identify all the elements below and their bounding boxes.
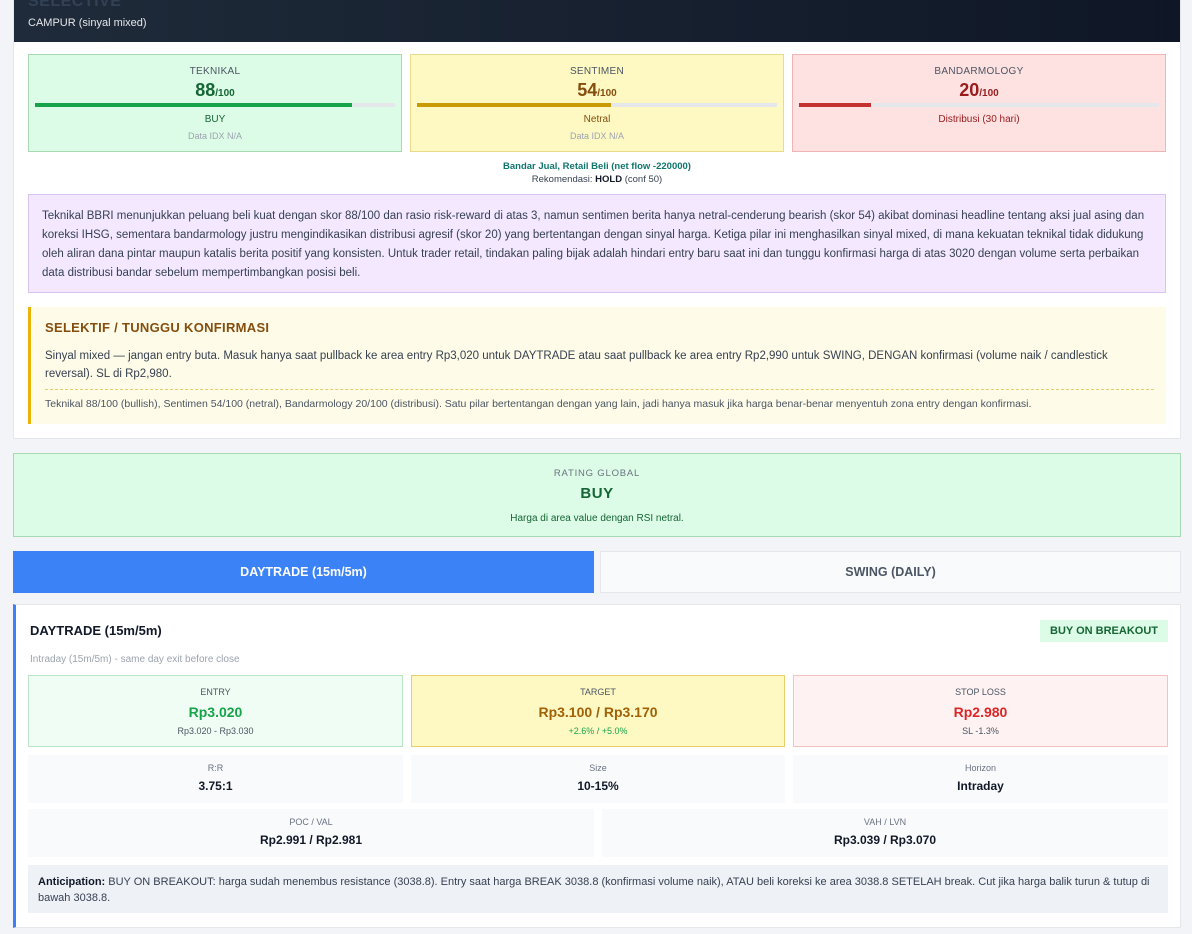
entry-value: Rp3.020 bbox=[188, 704, 243, 720]
metric-poc-val: POC / VAL Rp2.991 / Rp2.981 bbox=[28, 809, 594, 857]
stop-loss-percent: SL -1.3% bbox=[962, 726, 999, 736]
tab-daytrade[interactable]: DAYTRADE (15m/5m) bbox=[13, 551, 594, 593]
target-value: Rp3.100 / Rp3.170 bbox=[538, 704, 658, 720]
advice-divider bbox=[45, 389, 1154, 390]
anticipation-text: BUY ON BREAKOUT: harga sudah menembus re… bbox=[38, 876, 1150, 904]
metric-vah-lvn: VAH / LVN Rp3.039 / Rp3.070 bbox=[602, 809, 1168, 857]
pillar-label: SENTIMEN bbox=[569, 66, 625, 77]
net-flow-text: Bandar Jual, Retail Beli (net flow -2200… bbox=[503, 161, 691, 172]
strategy-badge: BUY ON BREAKOUT bbox=[1040, 620, 1168, 642]
advice-footer: Teknikal 88/100 (bullish), Sentimen 54/1… bbox=[45, 398, 1032, 410]
metric-label: VAH / LVN bbox=[863, 817, 907, 827]
global-rating: RATING GLOBAL BUY Harga di area value de… bbox=[13, 453, 1181, 537]
advice-body: Sinyal mixed — jangan entry buta. Masuk … bbox=[45, 350, 1108, 380]
pillar-score: 54/100 bbox=[577, 80, 617, 100]
pillar-note: Data IDX N/A bbox=[187, 131, 243, 141]
entry-range: Rp3.020 - Rp3.030 bbox=[177, 726, 254, 736]
pillar-label: TEKNIKAL bbox=[189, 66, 241, 77]
metric-horizon: Horizon Intraday bbox=[793, 755, 1168, 803]
signal-header: SELECTIVE CAMPUR (sinyal mixed) bbox=[14, 0, 1180, 42]
pillar-note: Data IDX N/A bbox=[569, 131, 625, 141]
metric-label: R:R bbox=[207, 763, 224, 773]
daytrade-panel: DAYTRADE (15m/5m) BUY ON BREAKOUT Intrad… bbox=[13, 604, 1181, 928]
pillar-verdict: Netral bbox=[583, 114, 611, 125]
pillar-verdict: BUY bbox=[204, 114, 226, 125]
entry-label: ENTRY bbox=[200, 687, 231, 697]
entry-box: ENTRY Rp3.020 Rp3.020 - Rp3.030 bbox=[28, 675, 403, 747]
metric-value: Rp3.039 / Rp3.070 bbox=[833, 833, 937, 847]
pillar-bandarmology: BANDARMOLOGY 20/100 Distribusi (30 hari) bbox=[792, 54, 1166, 152]
ai-summary: Teknikal BBRI menunjukkan peluang beli k… bbox=[28, 194, 1166, 293]
metric-value: Intraday bbox=[957, 779, 1004, 793]
metric-value: 10-15% bbox=[577, 779, 619, 793]
pillar-label: BANDARMOLOGY bbox=[934, 66, 1024, 77]
pillar-sentimen: SENTIMEN 54/100 Netral Data IDX N/A bbox=[410, 54, 784, 152]
target-label: TARGET bbox=[580, 687, 616, 697]
pillar-score-bar bbox=[417, 103, 777, 107]
metric-rr: R:R 3.75:1 bbox=[28, 755, 403, 803]
target-percent: +2.6% / +5.0% bbox=[568, 726, 628, 736]
recommendation-action: HOLD bbox=[595, 174, 623, 185]
pillar-score-fill bbox=[799, 103, 871, 107]
pillar-teknikal: TEKNIKAL 88/100 BUY Data IDX N/A bbox=[28, 54, 402, 152]
pillar-score: 88/100 bbox=[195, 80, 235, 100]
advice-title: SELEKTIF / TUNGGU KONFIRMASI bbox=[45, 320, 270, 335]
metric-size: Size 10-15% bbox=[411, 755, 785, 803]
signal-subtitle: CAMPUR (sinyal mixed) bbox=[28, 17, 147, 29]
stop-loss-value: Rp2.980 bbox=[953, 704, 1008, 720]
metric-label: Horizon bbox=[964, 763, 996, 773]
rating-value: BUY bbox=[580, 485, 614, 502]
pillar-verdict: Distribusi (30 hari) bbox=[938, 114, 1020, 125]
stop-loss-box: STOP LOSS Rp2.980 SL -1.3% bbox=[793, 675, 1168, 747]
metric-label: POC / VAL bbox=[289, 817, 333, 827]
metric-value: 3.75:1 bbox=[198, 779, 233, 793]
signal-title: SELECTIVE bbox=[28, 0, 122, 10]
anticipation-label: Anticipation: bbox=[38, 876, 106, 888]
panel-subtitle: Intraday (15m/5m) - same day exit before… bbox=[30, 654, 240, 665]
recommendation-text: Rekomendasi: HOLD (conf 50) bbox=[531, 174, 663, 185]
metric-value: Rp2.991 / Rp2.981 bbox=[259, 833, 363, 847]
anticipation-note: Anticipation: BUY ON BREAKOUT: harga sud… bbox=[28, 865, 1168, 913]
pillar-score: 20/100 bbox=[959, 80, 999, 100]
panel-title: DAYTRADE (15m/5m) bbox=[30, 623, 162, 638]
advice-box: SELEKTIF / TUNGGU KONFIRMASI Sinyal mixe… bbox=[28, 307, 1166, 424]
tab-swing[interactable]: SWING (DAILY) bbox=[600, 551, 1181, 593]
pillar-score-bar bbox=[35, 103, 395, 107]
pillar-score-fill bbox=[417, 103, 612, 107]
pillar-score-fill bbox=[35, 103, 352, 107]
pillar-score-bar bbox=[799, 103, 1159, 107]
stop-loss-label: STOP LOSS bbox=[955, 687, 1006, 697]
rating-label: RATING GLOBAL bbox=[553, 468, 641, 479]
analysis-card: SELECTIVE CAMPUR (sinyal mixed) TEKNIKAL… bbox=[13, 0, 1181, 439]
rating-description: Harga di area value dengan RSI netral. bbox=[510, 513, 684, 524]
target-box: TARGET Rp3.100 / Rp3.170 +2.6% / +5.0% bbox=[411, 675, 785, 747]
metric-label: Size bbox=[589, 763, 607, 773]
